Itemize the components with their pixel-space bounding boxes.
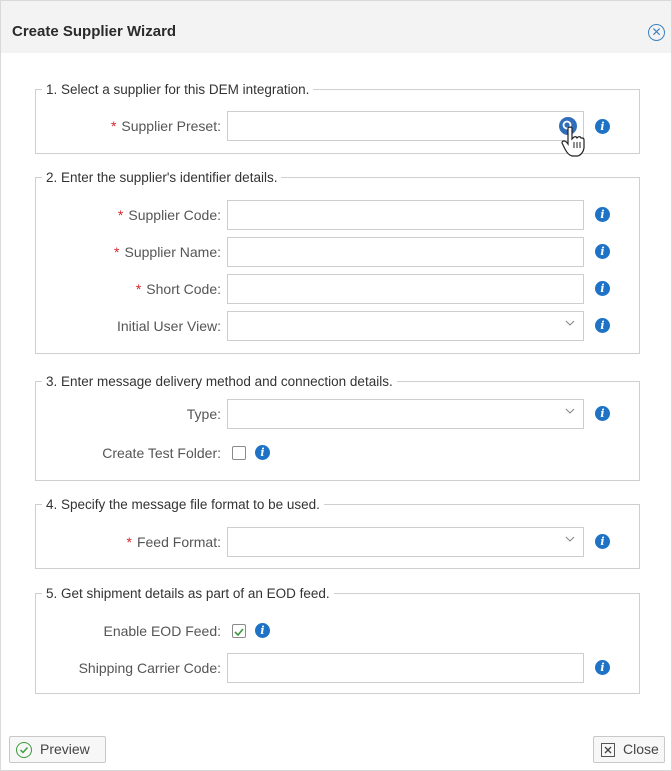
short-code-input[interactable] [227, 274, 584, 304]
shipping-carrier-code-input[interactable] [227, 653, 584, 683]
initial-user-view-select[interactable] [227, 311, 584, 341]
chevron-down-icon [565, 320, 575, 326]
chevron-down-icon [565, 408, 575, 414]
feed-format-label: * Feed Format: [126, 534, 221, 550]
create-test-folder-checkbox[interactable] [232, 446, 246, 460]
section-3-legend: 3. Enter message delivery method and con… [46, 374, 393, 389]
type-select[interactable] [227, 399, 584, 429]
info-icon[interactable]: i [595, 406, 610, 421]
dialog-titlebar: Create Supplier Wizard ✕ [1, 1, 671, 53]
feed-format-select[interactable] [227, 527, 584, 557]
info-icon[interactable]: i [595, 244, 610, 259]
info-icon[interactable]: i [595, 207, 610, 222]
supplier-preset-label: * Supplier Preset: [110, 118, 221, 134]
enable-eod-feed-checkbox[interactable] [232, 624, 246, 638]
preview-label: Preview [40, 741, 90, 757]
close-icon[interactable]: ✕ [648, 24, 665, 41]
create-test-folder-label: Create Test Folder: [102, 445, 221, 461]
check-circle-icon [16, 742, 32, 758]
section-2-legend: 2. Enter the supplier's identifier detai… [46, 170, 278, 185]
supplier-name-input[interactable] [227, 237, 584, 267]
info-icon[interactable]: i [595, 534, 610, 549]
short-code-label: * Short Code: [135, 281, 221, 297]
supplier-preset-input[interactable] [227, 111, 585, 157]
supplier-code-label: * Supplier Code: [117, 207, 221, 223]
section-1-legend: 1. Select a supplier for this DEM integr… [46, 82, 310, 97]
info-icon[interactable]: i [255, 623, 270, 638]
section-5-legend: 5. Get shipment details as part of an EO… [46, 586, 330, 601]
enable-eod-feed-label: Enable EOD Feed: [103, 623, 221, 639]
close-button[interactable]: Close [593, 736, 665, 763]
info-icon[interactable]: i [255, 445, 270, 460]
info-icon[interactable]: i [595, 318, 610, 333]
close-label: Close [623, 741, 659, 757]
dialog-title: Create Supplier Wizard [12, 23, 177, 40]
info-icon[interactable]: i [595, 119, 610, 134]
shipping-carrier-code-label: Shipping Carrier Code: [78, 660, 221, 676]
info-icon[interactable]: i [595, 660, 610, 675]
preview-button[interactable]: Preview [9, 736, 106, 763]
checkmark-icon [234, 628, 244, 637]
create-supplier-dialog: Create Supplier Wizard ✕ 1. Select a sup… [0, 0, 672, 771]
supplier-code-input[interactable] [227, 200, 584, 230]
info-icon[interactable]: i [595, 281, 610, 296]
chevron-down-icon [565, 536, 575, 542]
type-label: Type: [186, 406, 221, 422]
hand-cursor-icon [561, 126, 587, 157]
close-box-icon [601, 743, 615, 757]
initial-user-view-label: Initial User View: [116, 318, 221, 334]
section-4-legend: 4. Specify the message file format to be… [46, 497, 320, 512]
supplier-name-label: * Supplier Name: [114, 244, 221, 260]
